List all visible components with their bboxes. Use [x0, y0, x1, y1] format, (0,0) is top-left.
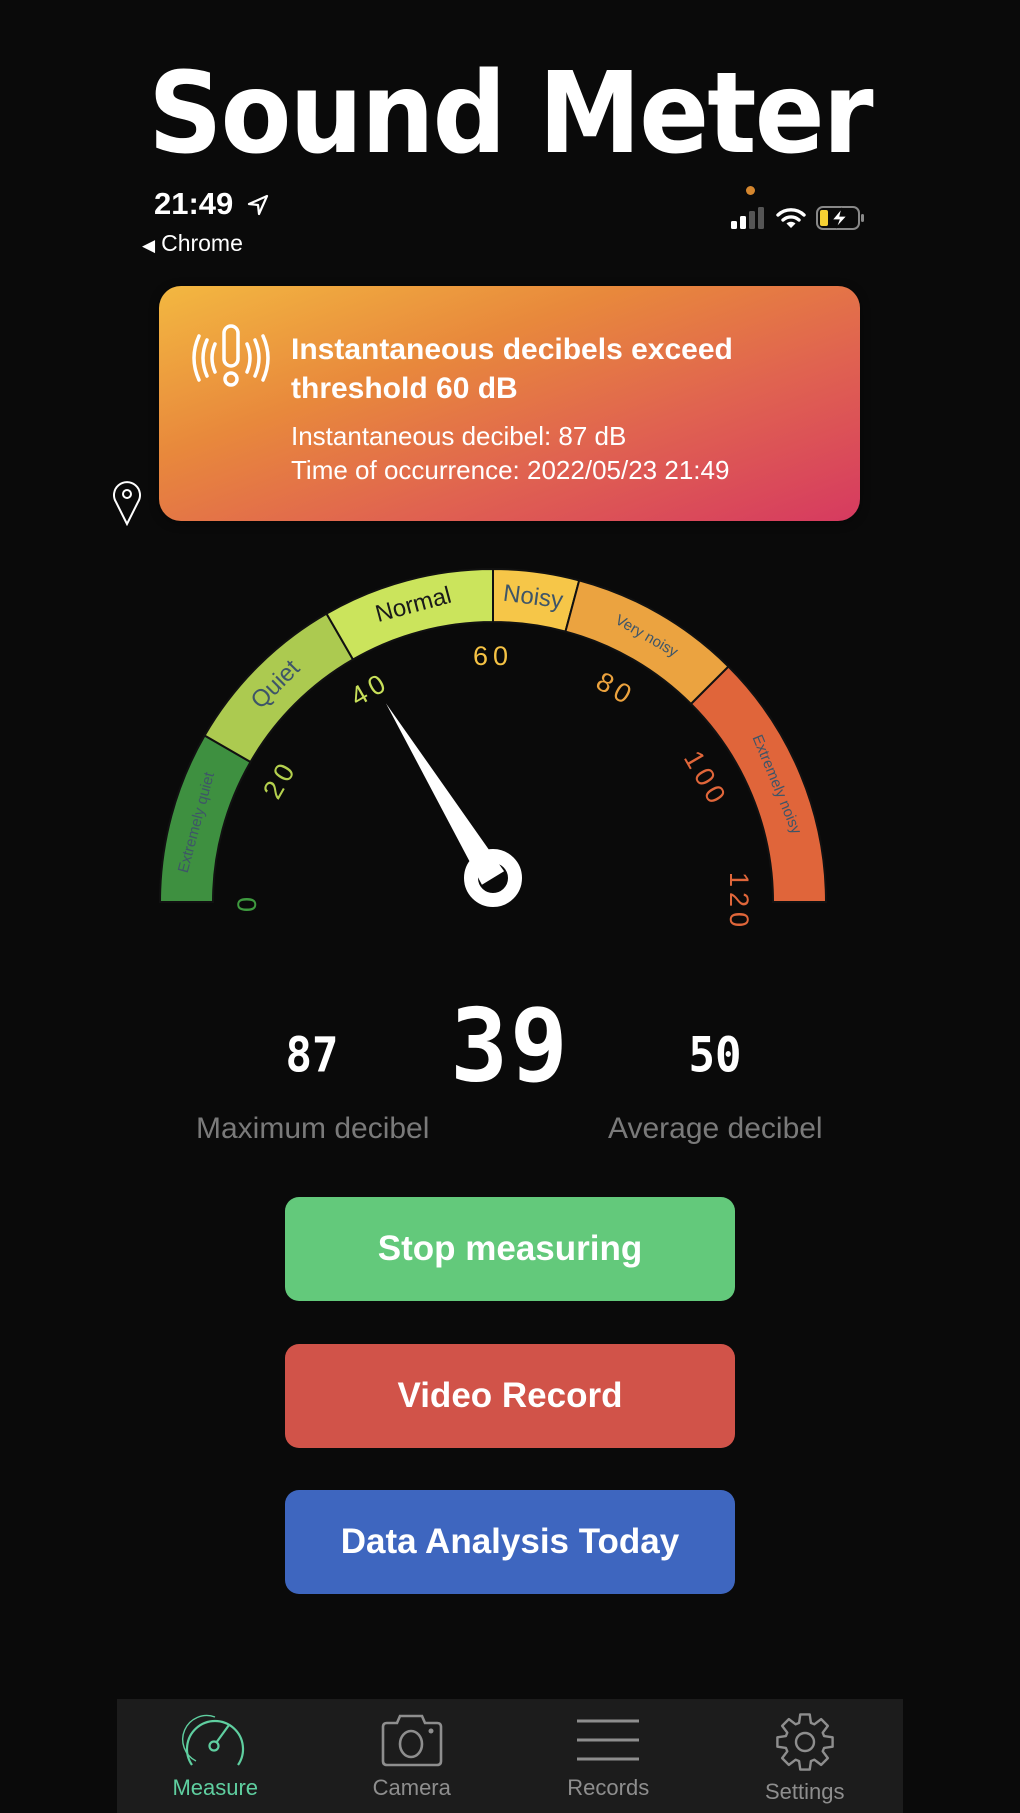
tab-records[interactable]: Records	[510, 1699, 707, 1813]
gauge-tick-label: 40	[345, 666, 395, 712]
tab-label: Camera	[372, 1775, 451, 1800]
tab-measure[interactable]: Measure	[117, 1699, 314, 1813]
camera-icon	[381, 1714, 443, 1767]
max-decibel-label: Maximum decibel	[196, 1112, 430, 1145]
tab-label: Measure	[172, 1775, 259, 1800]
tab-bar: Measure Camera Records Settings	[117, 1699, 903, 1813]
tab-label: Settings	[765, 1779, 845, 1804]
gear-icon	[775, 1713, 834, 1771]
data-analysis-today-button[interactable]: Data Analysis Today	[285, 1490, 735, 1594]
gauge-tick-label: 0	[232, 892, 262, 912]
current-decibel-value: 39	[450, 987, 570, 1105]
threshold-alert-notification[interactable]: Instantaneous decibels exceed threshold …	[159, 286, 860, 521]
tab-settings[interactable]: Settings	[707, 1699, 904, 1813]
max-decibel-value: 87	[285, 1027, 339, 1084]
tab-camera[interactable]: Camera	[314, 1699, 511, 1813]
alert-vibration-icon	[192, 324, 270, 387]
gauge-tick-label: 100	[678, 746, 734, 813]
average-decibel-label: Average decibel	[608, 1112, 823, 1145]
notification-title: Instantaneous decibels exceed threshold …	[291, 333, 733, 405]
gauge-tick-label: 60	[473, 641, 513, 671]
gauge-tick-label: 120	[724, 872, 754, 932]
notification-time: Time of occurrence: 2022/05/23 21:49	[291, 455, 730, 485]
average-decibel-value: 50	[688, 1027, 742, 1084]
list-icon	[577, 1719, 640, 1761]
gauge-tick-label: 80	[591, 666, 641, 712]
tab-label: Records	[567, 1775, 650, 1800]
stop-measuring-button[interactable]: Stop measuring	[285, 1197, 735, 1301]
notification-instant-decibel: Instantaneous decibel: 87 dB	[291, 421, 627, 451]
video-record-button[interactable]: Video Record	[285, 1344, 735, 1448]
speedometer-icon	[182, 1714, 245, 1766]
gauge-tick-label: 20	[257, 754, 303, 804]
